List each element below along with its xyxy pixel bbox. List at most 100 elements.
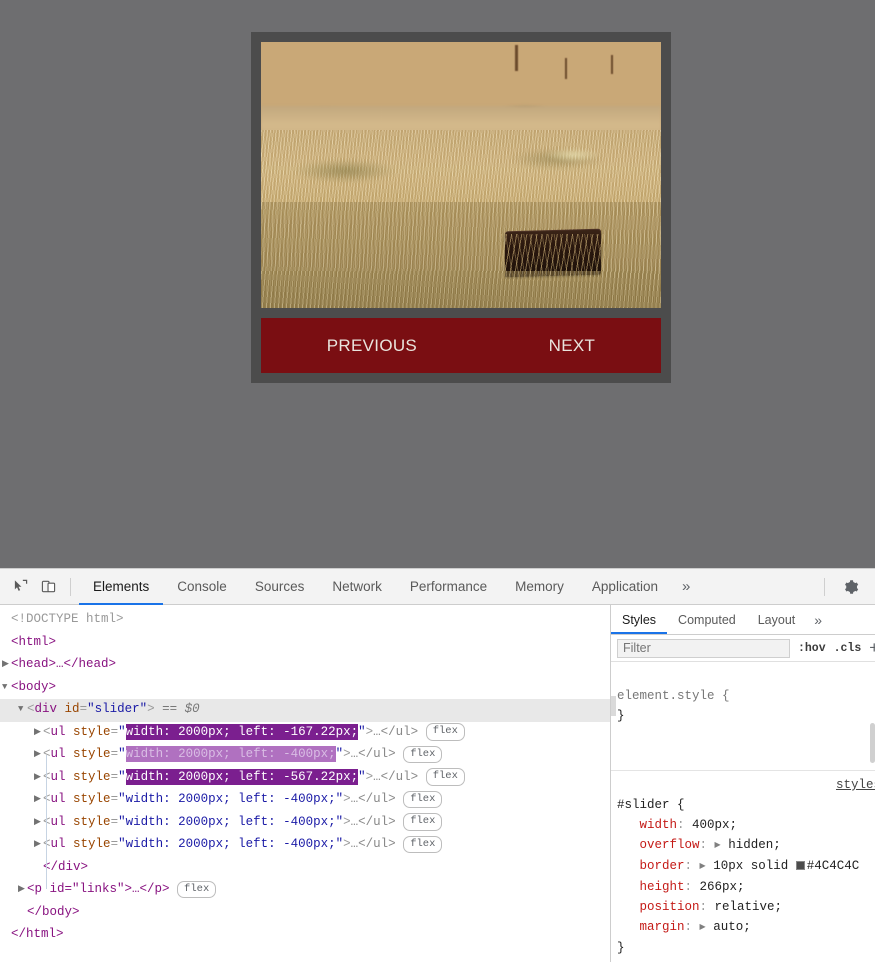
css-prop[interactable]: overflow bbox=[640, 838, 700, 852]
css-value[interactable]: relative; bbox=[715, 900, 783, 914]
tab-layout[interactable]: Layout bbox=[747, 605, 807, 634]
gear-icon[interactable] bbox=[837, 574, 865, 600]
photo-highlight bbox=[545, 148, 601, 162]
dom-node-ul[interactable]: <ul style="width: 2000px; left: -567.22p… bbox=[0, 767, 610, 790]
tab-memory[interactable]: Memory bbox=[501, 569, 578, 605]
dom-node-ul[interactable]: <ul style="width: 2000px; left: -167.22p… bbox=[0, 722, 610, 745]
inspect-cursor-icon[interactable] bbox=[6, 574, 34, 600]
css-rule-close: } bbox=[617, 941, 625, 955]
css-value[interactable]: 266px; bbox=[700, 880, 745, 894]
photo-fence-post bbox=[565, 57, 567, 80]
new-style-rule-button[interactable]: + bbox=[869, 639, 875, 656]
expand-ul-icon[interactable] bbox=[34, 834, 43, 856]
slide-image-grassland bbox=[261, 42, 661, 308]
dom-node-selected-slider[interactable]: <div id="slider"> == $0 bbox=[0, 699, 610, 722]
ul-style-value: width: 2000px; left: -400px; bbox=[125, 837, 336, 851]
color-swatch[interactable] bbox=[795, 861, 805, 870]
ul-style-value: width: 2000px; left: -567.22px; bbox=[125, 768, 359, 785]
css-selector: #slider { bbox=[617, 798, 685, 812]
previous-link[interactable]: PREVIOUS bbox=[327, 336, 417, 356]
flex-badge[interactable]: flex bbox=[403, 835, 443, 853]
collapse-body-icon[interactable] bbox=[2, 677, 11, 699]
collapse-slider-icon[interactable] bbox=[18, 699, 27, 721]
dom-node-ul[interactable]: <ul style="width: 2000px; left: -400px;"… bbox=[0, 744, 610, 767]
hover-state-button[interactable]: :hov bbox=[798, 642, 826, 655]
expand-shorthand-icon[interactable]: ▶ bbox=[700, 923, 706, 932]
expand-shorthand-icon[interactable]: ▶ bbox=[715, 841, 721, 850]
css-value[interactable]: auto; bbox=[713, 920, 751, 934]
styles-pane-scrollbar[interactable] bbox=[870, 723, 875, 763]
tab-overflow-icon[interactable]: » bbox=[672, 569, 700, 605]
expand-ul-icon[interactable] bbox=[34, 722, 43, 744]
dom-node-ul[interactable]: <ul style="width: 2000px; left: -400px;"… bbox=[0, 812, 610, 835]
expand-head-icon[interactable] bbox=[2, 654, 11, 676]
css-prop[interactable]: margin bbox=[640, 920, 685, 934]
tab-sources[interactable]: Sources bbox=[241, 569, 319, 605]
dom-node-html-close: </html> bbox=[11, 927, 64, 941]
dom-node-links[interactable]: <p id="links">…</p> flex bbox=[0, 879, 610, 902]
dom-node-doctype: <!DOCTYPE html> bbox=[11, 612, 124, 626]
css-rule-element-style[interactable]: element.style { } bbox=[611, 662, 875, 771]
slider-nav: PREVIOUS NEXT bbox=[261, 318, 661, 373]
css-prop[interactable]: border bbox=[640, 859, 685, 873]
photo-fence-post bbox=[515, 44, 518, 72]
next-link[interactable]: NEXT bbox=[549, 336, 596, 356]
tab-performance[interactable]: Performance bbox=[396, 569, 501, 605]
photo-foreground-grass bbox=[261, 270, 661, 308]
styles-tab-bar: Styles Computed Layout » bbox=[611, 605, 875, 635]
css-value[interactable]: hidden; bbox=[728, 838, 781, 852]
filter-input[interactable] bbox=[617, 638, 790, 658]
flex-badge[interactable]: flex bbox=[403, 813, 443, 831]
css-selector: element.style { bbox=[617, 689, 730, 703]
dom-node-body-close: </body> bbox=[27, 904, 80, 919]
expand-links-icon[interactable] bbox=[18, 879, 27, 901]
flex-badge[interactable]: flex bbox=[425, 723, 465, 741]
devtools-toolbar: Elements Console Sources Network Perform… bbox=[0, 569, 875, 605]
tab-styles[interactable]: Styles bbox=[611, 605, 668, 634]
css-prop[interactable]: height bbox=[640, 880, 685, 894]
expand-shorthand-icon[interactable]: ▶ bbox=[700, 862, 706, 871]
tab-elements[interactable]: Elements bbox=[79, 569, 164, 605]
flex-badge[interactable]: flex bbox=[177, 880, 217, 898]
css-color-value[interactable]: #4C4C4C bbox=[807, 859, 860, 873]
browser-page-viewport: PREVIOUS NEXT bbox=[0, 0, 875, 568]
device-toolbar-icon[interactable] bbox=[34, 574, 62, 600]
dom-tree-pane[interactable]: <!DOCTYPE html> <html> <head>…</head> <b… bbox=[0, 605, 610, 962]
stylesheet-source-link[interactable]: styles bbox=[836, 775, 875, 795]
css-value[interactable]: 10px solid bbox=[713, 859, 788, 873]
expand-ul-icon[interactable] bbox=[34, 812, 43, 834]
css-prop[interactable]: position bbox=[640, 900, 700, 914]
dom-node-html-open: <html> bbox=[11, 634, 57, 649]
dom-node-ul[interactable]: <ul style="width: 2000px; left: -400px;"… bbox=[0, 789, 610, 812]
css-rule-close: } bbox=[617, 709, 625, 723]
tab-network[interactable]: Network bbox=[318, 569, 396, 605]
expand-ul-icon[interactable] bbox=[34, 767, 43, 789]
slide-window bbox=[261, 42, 661, 308]
styles-filter-bar: :hov .cls + bbox=[611, 635, 875, 662]
dom-node-ul[interactable]: <ul style="width: 2000px; left: -400px;"… bbox=[0, 834, 610, 857]
class-toggle-button[interactable]: .cls bbox=[834, 642, 862, 655]
devtools-tab-bar: Elements Console Sources Network Perform… bbox=[79, 569, 700, 605]
tab-computed[interactable]: Computed bbox=[667, 605, 747, 634]
expand-ul-icon[interactable] bbox=[34, 789, 43, 811]
devtools-toolbar-right bbox=[816, 574, 869, 600]
devtools-body: <!DOCTYPE html> <html> <head>…</head> <b… bbox=[0, 605, 875, 962]
dom-node-body-open[interactable]: <body> bbox=[0, 677, 610, 700]
flex-badge[interactable]: flex bbox=[425, 768, 465, 786]
tab-application[interactable]: Application bbox=[578, 569, 672, 605]
css-value[interactable]: 400px; bbox=[692, 818, 737, 832]
rule-edge-marker bbox=[611, 696, 616, 716]
styles-tab-overflow-icon[interactable]: » bbox=[806, 605, 830, 634]
tab-console[interactable]: Console bbox=[163, 569, 241, 605]
css-prop[interactable]: width bbox=[640, 818, 678, 832]
photo-fence-post bbox=[611, 55, 613, 74]
expand-ul-icon[interactable] bbox=[34, 744, 43, 766]
flex-badge[interactable]: flex bbox=[403, 745, 443, 763]
dom-node-head[interactable]: <head>…</head> bbox=[0, 654, 610, 677]
photo-grass-tuft bbox=[293, 159, 397, 183]
styles-sidebar-pane[interactable]: Styles Computed Layout » :hov .cls + ele… bbox=[610, 605, 875, 962]
css-rule-slider[interactable]: #slider {styles width: 400px; overflow: … bbox=[611, 771, 875, 962]
tree-indent-guide bbox=[46, 755, 47, 889]
slider-widget: PREVIOUS NEXT bbox=[251, 32, 671, 383]
flex-badge[interactable]: flex bbox=[403, 790, 443, 808]
